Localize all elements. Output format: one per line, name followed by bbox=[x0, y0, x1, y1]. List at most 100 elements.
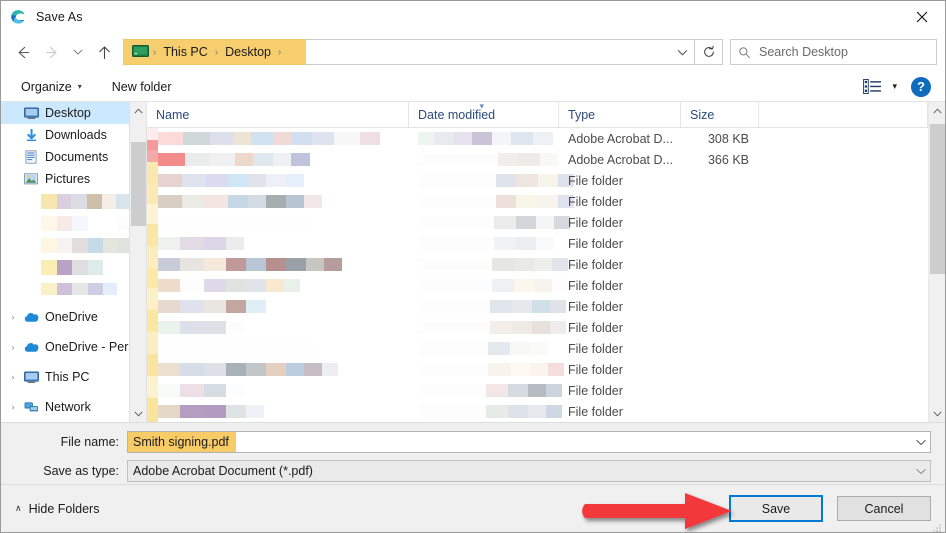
table-row[interactable]: File folder bbox=[147, 359, 928, 380]
file-date-redacted bbox=[409, 216, 570, 229]
table-row[interactable]: File folder bbox=[147, 296, 928, 317]
column-header-name[interactable]: Name bbox=[147, 102, 409, 127]
chevron-down-icon: ▾ bbox=[77, 82, 82, 91]
breadcrumb-item-desktop[interactable]: Desktop bbox=[222, 45, 274, 59]
file-list-pane: Name ▾ Date modified Type Size Adobe Acr… bbox=[146, 101, 928, 422]
sidebar-item-redacted[interactable] bbox=[1, 278, 146, 300]
sidebar-redacted-mosaic bbox=[21, 283, 117, 295]
column-header-size[interactable]: Size bbox=[681, 102, 759, 127]
file-type: File folder bbox=[568, 173, 623, 188]
resize-grip-icon[interactable] bbox=[932, 520, 942, 532]
sidebar-item-pictures[interactable]: Pictures bbox=[1, 168, 146, 190]
cancel-button[interactable]: Cancel bbox=[837, 496, 931, 521]
scroll-thumb[interactable] bbox=[930, 124, 945, 274]
table-row[interactable]: File folder bbox=[147, 317, 928, 338]
save-as-type-chevron-down-icon[interactable] bbox=[911, 461, 930, 481]
file-date-redacted bbox=[409, 279, 568, 292]
this-pc-icon bbox=[21, 370, 41, 384]
sidebar-item-downloads[interactable]: Downloads bbox=[1, 124, 146, 146]
up-arrow-icon[interactable] bbox=[89, 37, 119, 67]
table-row[interactable]: File folder bbox=[147, 254, 928, 275]
organize-button[interactable]: Organize ▾ bbox=[15, 75, 88, 99]
sidebar-item-redacted[interactable] bbox=[1, 234, 146, 256]
recent-locations-chevron-down-icon[interactable] bbox=[67, 37, 89, 67]
sidebar-scroll-down-chevron-down-icon[interactable] bbox=[130, 405, 146, 422]
file-name-chevron-down-icon[interactable] bbox=[911, 432, 930, 452]
table-row[interactable]: File folder bbox=[147, 275, 928, 296]
search-icon bbox=[738, 46, 751, 59]
sidebar-item-redacted[interactable] bbox=[1, 212, 146, 234]
table-row[interactable]: File folder bbox=[147, 338, 928, 359]
expand-chevron-right-icon[interactable]: › bbox=[5, 342, 21, 352]
view-chevron-down-icon[interactable]: ▾ bbox=[892, 81, 897, 92]
view-options-icon[interactable] bbox=[863, 79, 882, 94]
save-as-type-select[interactable]: Adobe Acrobat Document (*.pdf) bbox=[127, 460, 931, 482]
file-name-redacted bbox=[147, 279, 409, 292]
hide-folders-button[interactable]: ∧ Hide Folders bbox=[15, 502, 99, 516]
sidebar-item-desktop[interactable]: Desktop bbox=[1, 102, 146, 124]
sidebar-scroll-up-chevron-up-icon[interactable] bbox=[130, 102, 146, 119]
network-icon bbox=[21, 401, 41, 413]
file-type: File folder bbox=[568, 236, 623, 251]
downloads-icon bbox=[21, 128, 41, 142]
command-bar: Organize ▾ New folder ▾ ? bbox=[1, 72, 945, 102]
expand-chevron-right-icon[interactable]: › bbox=[5, 372, 21, 382]
scroll-up-chevron-up-icon[interactable] bbox=[929, 102, 946, 119]
new-folder-button[interactable]: New folder bbox=[106, 75, 178, 99]
this-pc-icon bbox=[132, 45, 149, 59]
file-size: 366 KB bbox=[707, 152, 749, 167]
help-icon[interactable]: ? bbox=[911, 76, 931, 97]
search-input[interactable]: Search Desktop bbox=[730, 39, 937, 65]
search-placeholder: Search Desktop bbox=[759, 45, 848, 59]
sidebar-label: Pictures bbox=[45, 172, 91, 186]
table-row[interactable]: File folder bbox=[147, 380, 928, 401]
sidebar-item-this-pc[interactable]: › This PC bbox=[1, 366, 146, 388]
file-name-input[interactable]: Smith signing.pdf bbox=[127, 431, 931, 453]
expand-chevron-right-icon[interactable]: › bbox=[5, 402, 21, 412]
file-type: File folder bbox=[568, 194, 623, 209]
file-name-redacted bbox=[147, 384, 409, 397]
save-button[interactable]: Save bbox=[729, 495, 823, 522]
save-as-type-value: Adobe Acrobat Document (*.pdf) bbox=[133, 464, 313, 478]
file-name-redacted bbox=[147, 342, 409, 355]
breadcrumb-chevron-down-icon[interactable] bbox=[670, 40, 694, 64]
sidebar-redacted-mosaic bbox=[21, 259, 133, 275]
file-name-redacted bbox=[147, 132, 409, 145]
sidebar-item-onedrive[interactable]: › OneDrive bbox=[1, 306, 146, 328]
table-row[interactable]: Adobe Acrobat D... 366 KB bbox=[147, 149, 928, 170]
file-name-redacted bbox=[147, 195, 409, 208]
dialog-body: Desktop Downloads Documents Pictures › O… bbox=[1, 101, 945, 422]
table-row[interactable]: Adobe Acrobat D... 308 KB bbox=[147, 128, 928, 149]
column-header-type[interactable]: Type bbox=[559, 102, 681, 127]
file-type: File folder bbox=[568, 383, 623, 398]
chevron-up-icon: ∧ bbox=[15, 503, 22, 513]
file-name-redacted bbox=[147, 153, 409, 166]
sidebar-redacted-mosaic bbox=[21, 215, 133, 231]
breadcrumb[interactable]: › This PC › Desktop › bbox=[123, 39, 695, 65]
scroll-down-chevron-down-icon[interactable] bbox=[929, 405, 946, 422]
expand-chevron-right-icon[interactable]: › bbox=[5, 312, 21, 322]
table-row[interactable]: File folder bbox=[147, 233, 928, 254]
sidebar-item-network[interactable]: › Network bbox=[1, 396, 146, 418]
sidebar-redacted-mosaic bbox=[21, 193, 144, 209]
table-row[interactable]: File folder bbox=[147, 212, 928, 233]
sidebar-item-redacted[interactable] bbox=[1, 190, 146, 212]
table-row[interactable]: File folder bbox=[147, 401, 928, 422]
sidebar-scroll-thumb[interactable] bbox=[131, 142, 146, 226]
file-list-scrollbar[interactable] bbox=[928, 102, 945, 422]
close-icon[interactable] bbox=[899, 1, 945, 32]
file-date-redacted bbox=[409, 153, 559, 166]
sidebar-item-redacted[interactable] bbox=[1, 256, 146, 278]
refresh-icon[interactable] bbox=[695, 39, 723, 65]
file-date-redacted bbox=[409, 321, 566, 334]
sidebar-item-documents[interactable]: Documents bbox=[1, 146, 146, 168]
file-type: File folder bbox=[568, 320, 623, 335]
table-row[interactable]: File folder bbox=[147, 170, 928, 191]
back-arrow-icon[interactable] bbox=[7, 37, 37, 67]
file-type: File folder bbox=[568, 362, 623, 377]
breadcrumb-item-this-pc[interactable]: This PC bbox=[160, 45, 210, 59]
table-row[interactable]: File folder bbox=[147, 191, 928, 212]
sidebar-scrollbar[interactable] bbox=[129, 102, 146, 422]
column-header-date-modified[interactable]: ▾ Date modified bbox=[409, 101, 559, 127]
sidebar-item-onedrive-personal[interactable]: › OneDrive - Personal bbox=[1, 336, 147, 358]
